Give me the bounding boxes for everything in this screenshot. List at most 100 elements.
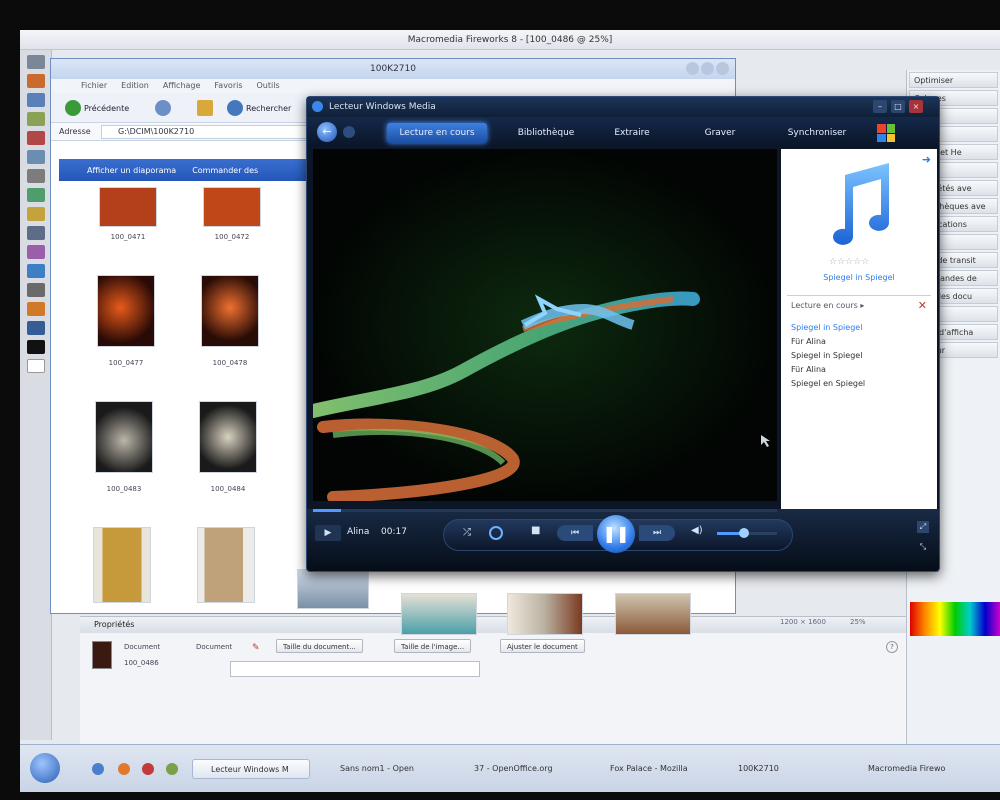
repeat-icon[interactable] (489, 526, 503, 540)
close-icon[interactable]: × (909, 100, 923, 113)
up-folder-button[interactable] (197, 100, 213, 116)
search-button[interactable]: Rechercher (227, 100, 291, 116)
seek-bar[interactable] (313, 509, 777, 512)
maximize-icon[interactable] (701, 62, 714, 75)
playlist-header[interactable]: Lecture en cours ▸ (791, 301, 864, 310)
quicklaunch-firefox-icon[interactable] (118, 763, 130, 775)
media-player-titlebar: Lecteur Windows Media – □ × (307, 97, 939, 117)
line-tool-icon[interactable] (27, 188, 45, 202)
clear-list-icon[interactable]: ✕ (918, 299, 927, 312)
resize-icon[interactable]: ⤡ (917, 541, 929, 553)
previous-button[interactable]: ⏮ (557, 525, 593, 541)
menu-view[interactable]: Affichage (163, 79, 201, 93)
fit-canvas-button[interactable]: Ajuster le document (500, 639, 585, 653)
stroke-color-icon[interactable] (27, 340, 45, 354)
back-arrow-icon[interactable]: ← (317, 122, 337, 142)
taskbar-item-openoffice[interactable]: 37 - OpenOffice.org (456, 759, 584, 779)
pencil-tool-icon[interactable] (27, 74, 45, 88)
image-size-button[interactable]: Taille de l'image... (394, 639, 472, 653)
thumbnail-100-0477[interactable] (97, 275, 155, 347)
thumbnail-100-0484[interactable] (199, 401, 257, 473)
explorer-menubar: Fichier Edition Affichage Favoris Outils (51, 79, 735, 93)
maximize-icon[interactable]: □ (891, 100, 905, 113)
thumbnail-100-0471[interactable] (99, 187, 157, 227)
playlist-item[interactable]: Spiegel in Spiegel (791, 323, 862, 332)
visualization-area[interactable] (313, 149, 777, 501)
menu-tools[interactable]: Outils (257, 79, 280, 93)
forward-arrow-icon[interactable] (343, 126, 355, 138)
taskbar-item-explorer[interactable]: 100K2710 (720, 759, 830, 779)
quicklaunch-app-icon[interactable] (166, 763, 178, 775)
blur-tool-icon[interactable] (27, 169, 45, 183)
canvas-size-button[interactable]: Taille du document... (276, 639, 363, 653)
now-playing-toggle-button[interactable]: ▶ (315, 525, 341, 541)
rectangle-tool-icon[interactable] (27, 226, 45, 240)
shuffle-icon[interactable]: ⤮ (463, 527, 471, 538)
menu-file[interactable]: Fichier (81, 79, 107, 93)
document-field[interactable] (230, 661, 480, 677)
pause-button[interactable]: ❚❚ (597, 515, 635, 553)
forward-button[interactable] (155, 100, 171, 116)
taskbar-item-openoffice-writer[interactable]: Sans nom1 - Open (322, 759, 442, 779)
menu-edit[interactable]: Edition (121, 79, 149, 93)
slideshow-link[interactable]: Afficher un diaporama (87, 166, 176, 175)
playlist-item[interactable]: Spiegel en Spiegel (791, 379, 865, 388)
eyedropper-tool-icon[interactable] (27, 302, 45, 316)
fireworks-panel-header[interactable]: Optimiser (909, 72, 998, 88)
hand-tool-icon[interactable] (27, 264, 45, 278)
thumbnail-100-0478[interactable] (201, 275, 259, 347)
taskbar-item-mozilla[interactable]: Fox Palace - Mozilla (592, 759, 712, 779)
order-prints-link[interactable]: Commander des (192, 166, 258, 175)
quicklaunch-ie-icon[interactable] (92, 763, 104, 775)
next-button[interactable]: ⏭ (639, 525, 675, 541)
media-player-logo-icon (312, 101, 323, 112)
zoom-tool-icon[interactable] (27, 283, 45, 297)
thumbnail-room-4[interactable] (615, 593, 691, 635)
brush-tool-icon[interactable] (27, 131, 45, 145)
tab-rip[interactable]: Extraire (599, 123, 665, 143)
pen-tool-icon[interactable] (27, 207, 45, 221)
pane-arrow-icon[interactable]: ➜ (922, 153, 931, 166)
start-button[interactable] (30, 753, 60, 783)
volume-knob[interactable] (739, 528, 749, 538)
lasso-tool-icon[interactable] (27, 112, 45, 126)
text-tool-icon[interactable] (27, 245, 45, 259)
minimize-icon[interactable]: – (873, 100, 887, 113)
playlist-item[interactable]: Für Alina (791, 365, 826, 374)
pointer-tool-icon[interactable] (27, 55, 45, 69)
rating-stars[interactable]: ☆☆☆☆☆ (829, 257, 869, 267)
playlist-item[interactable]: Spiegel in Spiegel (791, 351, 862, 360)
paint-bucket-tool-icon[interactable] (27, 321, 45, 335)
pencil-icon[interactable]: ✎ (252, 643, 260, 653)
thumbnail-100-0483[interactable] (95, 401, 153, 473)
fullscreen-icon[interactable]: ⤢ (917, 521, 929, 533)
stop-icon[interactable]: ■ (531, 525, 540, 536)
tab-library[interactable]: Bibliothèque (503, 123, 589, 143)
album-caption[interactable]: Spiegel in Spiegel (781, 273, 937, 282)
tab-sync[interactable]: Synchroniser (769, 123, 865, 143)
close-icon[interactable] (716, 62, 729, 75)
back-button[interactable]: Précédente (65, 100, 129, 116)
volume-slider[interactable] (717, 528, 777, 538)
eraser-tool-icon[interactable] (27, 150, 45, 164)
thumbnail-room-3[interactable] (507, 593, 583, 635)
marquee-tool-icon[interactable] (27, 93, 45, 107)
volume-icon[interactable]: ◀) (691, 525, 703, 536)
thumbnail-100-0472[interactable] (203, 187, 261, 227)
tab-now-playing[interactable]: Lecture en cours (387, 123, 487, 143)
quicklaunch-app-icon[interactable] (142, 763, 154, 775)
thumbnail-door-2[interactable] (197, 527, 255, 603)
taskbar-item-fireworks[interactable]: Macromedia Firewo (850, 759, 990, 779)
tab-burn[interactable]: Graver (687, 123, 753, 143)
taskbar-item-media-player[interactable]: Lecteur Windows M (192, 759, 310, 779)
help-icon[interactable]: ? (886, 641, 898, 653)
minimize-icon[interactable] (686, 62, 699, 75)
thumbnail-room-2[interactable] (401, 593, 477, 635)
playlist-item[interactable]: Für Alina (791, 337, 826, 346)
thumbnail-door-1[interactable] (93, 527, 151, 603)
fill-color-icon[interactable] (27, 359, 45, 373)
thumbnail-room-1[interactable] (297, 569, 369, 609)
color-swatch-gradient[interactable] (910, 602, 1000, 636)
zoom-level[interactable]: 25% (850, 618, 866, 626)
menu-favorites[interactable]: Favoris (214, 79, 242, 93)
